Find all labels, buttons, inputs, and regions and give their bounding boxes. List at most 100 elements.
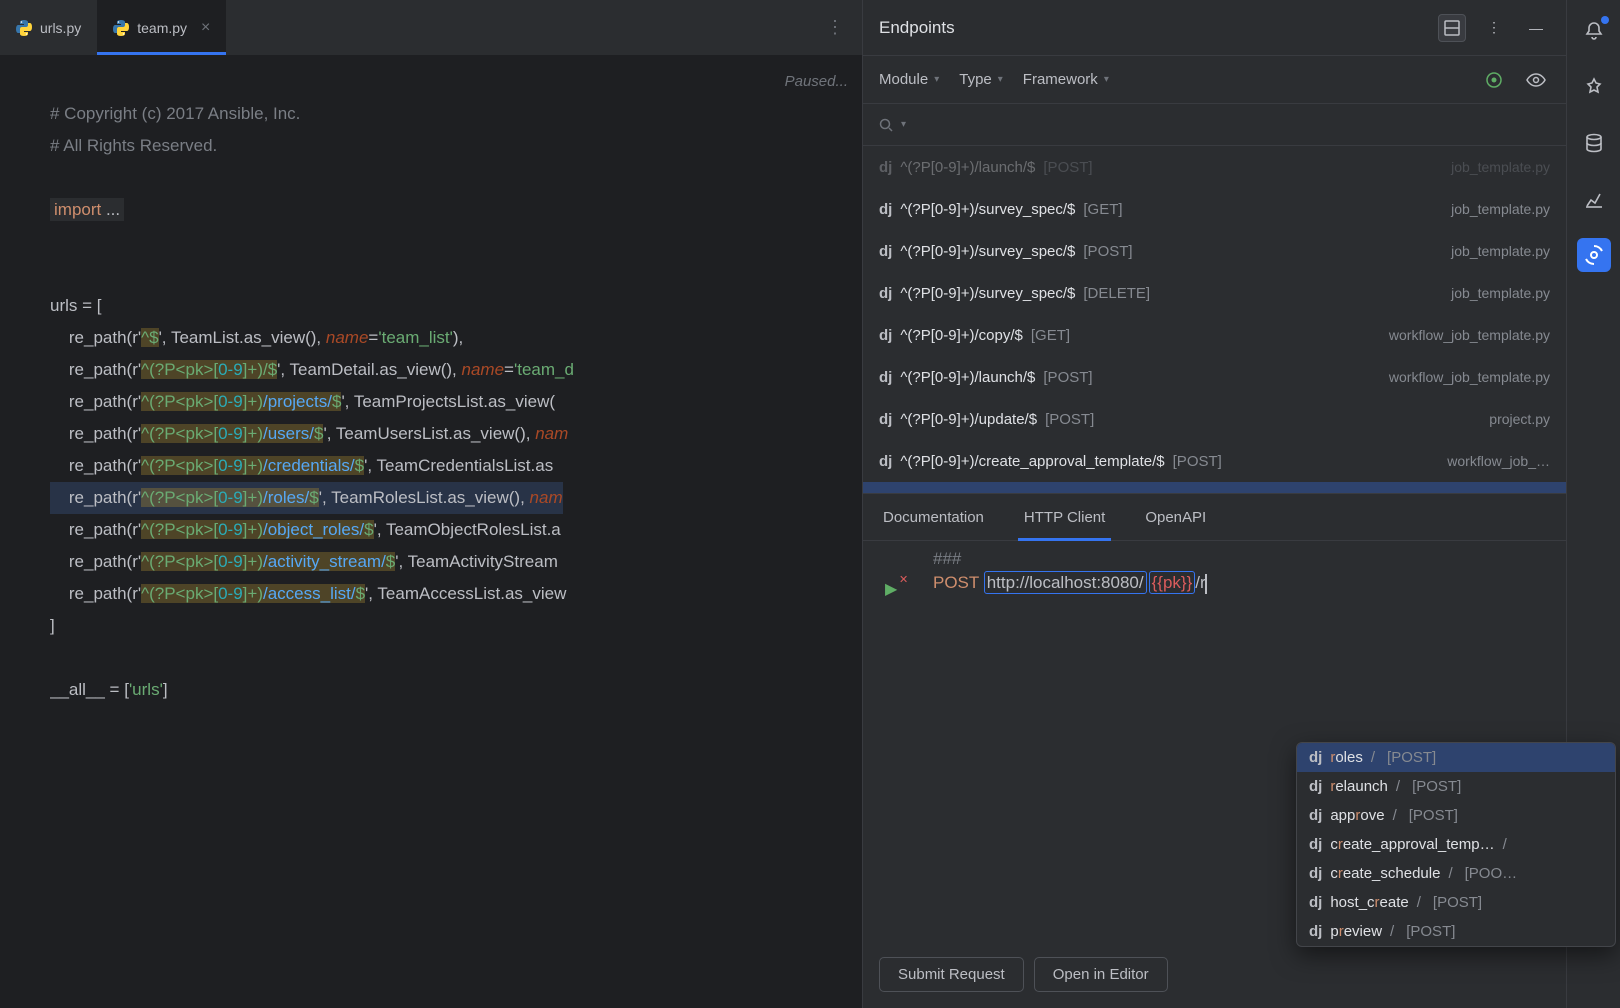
dj-badge: dj — [879, 159, 892, 176]
autocomplete-item[interactable]: djcreate_schedule/[POO… — [1297, 859, 1615, 888]
endpoint-row[interactable]: dj ^(?P[0-9]+)/survey_spec/$ [POST] job_te… — [863, 230, 1566, 272]
dj-badge: dj — [879, 201, 892, 218]
endpoints-icon[interactable] — [1577, 238, 1611, 272]
endpoint-method: [POST] — [1083, 243, 1132, 260]
endpoint-method: [POST] — [1043, 369, 1092, 386]
endpoint-method: [GET] — [1031, 327, 1070, 344]
filter-type[interactable]: Type▾ — [959, 71, 1003, 88]
endpoint-path: ^(?P[0-9]+)/survey_spec/$ — [900, 201, 1075, 218]
more-icon[interactable]: ⋮ — [826, 17, 846, 38]
minimize-icon[interactable]: — — [1522, 14, 1550, 42]
endpoint-path: ^(?P[0-9]+)/survey_spec/$ — [900, 285, 1075, 302]
eye-icon[interactable] — [1522, 66, 1550, 94]
code-area[interactable]: Paused... # Copyright (c) 2017 Ansible, I… — [50, 56, 862, 1008]
http-url-host[interactable]: http://localhost:8080/ — [984, 571, 1147, 594]
sub-tabs: Documentation HTTP Client OpenAPI — [863, 493, 1566, 541]
chevron-down-icon: ▾ — [998, 74, 1003, 85]
http-client-area[interactable]: ▶ ✕ ### POST http://localhost:8080/{{pk}… — [863, 541, 1566, 610]
tab-label: team.py — [137, 20, 187, 36]
http-url-param[interactable]: {{pk}} — [1149, 571, 1196, 594]
dj-badge: dj — [879, 453, 892, 470]
endpoint-file: workflow_job_template.py — [1389, 327, 1550, 343]
tab-team[interactable]: team.py × — [97, 0, 226, 55]
ai-icon[interactable] — [1577, 70, 1611, 104]
endpoint-row[interactable]: dj ^(?P[0-9]+)/launch/$ [POST] job_templat… — [863, 146, 1566, 188]
endpoint-row[interactable]: dj ^(?P[0-9]+)/survey_spec/$ [DELETE] job_… — [863, 272, 1566, 314]
autocomplete-item[interactable]: djrelaunch/[POST] — [1297, 772, 1615, 801]
endpoint-file: job_template.py — [1451, 159, 1550, 175]
submit-button[interactable]: Submit Request — [879, 957, 1024, 992]
endpoint-method: [GET] — [1083, 201, 1122, 218]
comment: # All Rights Reserved. — [50, 136, 217, 155]
openapi-icon[interactable] — [1480, 66, 1508, 94]
chart-icon[interactable] — [1577, 182, 1611, 216]
autocomplete-item[interactable]: djcreate_approval_temp…/ — [1297, 830, 1615, 859]
http-separator: ### — [933, 549, 1550, 569]
endpoint-row[interactable]: dj ^(?P[0-9]+)/create_approval_template/$… — [863, 440, 1566, 482]
dj-badge: dj — [879, 411, 892, 428]
layout-icon[interactable] — [1438, 14, 1466, 42]
tab-documentation[interactable]: Documentation — [863, 494, 1004, 540]
python-icon — [113, 20, 129, 36]
autocomplete-item[interactable]: djapprove/[POST] — [1297, 801, 1615, 830]
filter-module[interactable]: Module▾ — [879, 71, 939, 88]
endpoint-file: job_template.py — [1451, 243, 1550, 259]
autocomplete-popup: djroles/[POST]djrelaunch/[POST]djapprove… — [1296, 742, 1616, 947]
endpoint-path: ^(?P[0-9]+)/copy/$ — [900, 327, 1023, 344]
more-icon[interactable]: ⋮ — [1480, 14, 1508, 42]
dj-badge: dj — [879, 285, 892, 302]
paused-label: Paused... — [785, 66, 848, 98]
filter-framework[interactable]: Framework▾ — [1023, 71, 1109, 88]
tab-http-client[interactable]: HTTP Client — [1004, 494, 1125, 540]
close-icon[interactable]: × — [201, 19, 210, 37]
notification-dot — [1601, 16, 1609, 24]
search-bar[interactable]: ▾ — [863, 104, 1566, 146]
http-method: POST — [933, 573, 979, 592]
endpoint-method: [DELETE] — [1083, 285, 1150, 302]
endpoint-row[interactable]: dj ^(?P[0-9]+)/update/$ [POST] project.py — [863, 398, 1566, 440]
endpoint-file: workflow_job_… — [1447, 453, 1550, 469]
endpoint-path: ^(?P[0-9]+)/update/$ — [900, 411, 1037, 428]
endpoint-file: job_template.py — [1451, 285, 1550, 301]
filter-bar: Module▾ Type▾ Framework▾ — [863, 56, 1566, 104]
run-error-icon: ✕ — [899, 573, 908, 586]
autocomplete-item[interactable]: djhost_create/[POST] — [1297, 888, 1615, 917]
dj-badge: dj — [879, 243, 892, 260]
search-icon — [879, 118, 893, 132]
tab-label: urls.py — [40, 20, 81, 36]
endpoint-path: ^(?P[0-9]+)/create_approval_template/$ — [900, 453, 1164, 470]
dj-badge: dj — [879, 327, 892, 344]
endpoint-method: [POST] — [1043, 159, 1092, 176]
panel-header: Endpoints ⋮ — — [863, 0, 1566, 56]
endpoint-row[interactable]: dj ^(?P[0-9]+)/copy/$ [GET] workflow_job_t… — [863, 314, 1566, 356]
endpoint-row[interactable]: dj ^(?P[0-9]+)/survey_spec/$ [GET] job_tem… — [863, 188, 1566, 230]
tabs-bar: urls.py team.py × ⋮ — [0, 0, 862, 56]
autocomplete-item[interactable]: djpreview/[POST] — [1297, 917, 1615, 946]
database-icon[interactable] — [1577, 126, 1611, 160]
endpoint-path: ^(?P[0-9]+)/survey_spec/$ — [900, 243, 1075, 260]
endpoint-file: project.py — [1489, 411, 1550, 427]
run-icon[interactable]: ▶ — [885, 579, 897, 599]
dj-badge: dj — [879, 369, 892, 386]
endpoint-method: [POST] — [1045, 411, 1094, 428]
endpoint-method: [POST] — [1173, 453, 1222, 470]
button-row: Submit Request Open in Editor — [863, 957, 1566, 1008]
comment: # Copyright (c) 2017 Ansible, Inc. — [50, 104, 300, 123]
endpoint-path: ^(?P[0-9]+)/launch/$ — [900, 159, 1035, 176]
text-cursor — [1205, 574, 1207, 594]
endpoint-file: workflow_job_template.py — [1389, 369, 1550, 385]
chevron-down-icon: ▾ — [934, 74, 939, 85]
endpoint-list: dj ^(?P[0-9]+)/launch/$ [POST] job_templat… — [863, 146, 1566, 493]
tab-urls[interactable]: urls.py — [0, 0, 97, 55]
endpoint-row[interactable]: dj^(?P[0-9]+)/launch/$ [POST]workflow_jo… — [863, 356, 1566, 398]
open-editor-button[interactable]: Open in Editor — [1034, 957, 1168, 992]
bell-icon[interactable] — [1577, 14, 1611, 48]
endpoint-file: job_template.py — [1451, 201, 1550, 217]
editor[interactable]: Paused... # Copyright (c) 2017 Ansible, I… — [0, 56, 862, 1008]
chevron-down-icon[interactable]: ▾ — [901, 119, 906, 130]
panel-title: Endpoints — [879, 18, 1438, 38]
autocomplete-item[interactable]: djroles/[POST] — [1297, 743, 1615, 772]
tab-openapi[interactable]: OpenAPI — [1125, 494, 1226, 540]
python-icon — [16, 20, 32, 36]
endpoint-row[interactable]: dj^(?P[0-9]+)/roles/$ [POST]team.py — [863, 482, 1566, 493]
